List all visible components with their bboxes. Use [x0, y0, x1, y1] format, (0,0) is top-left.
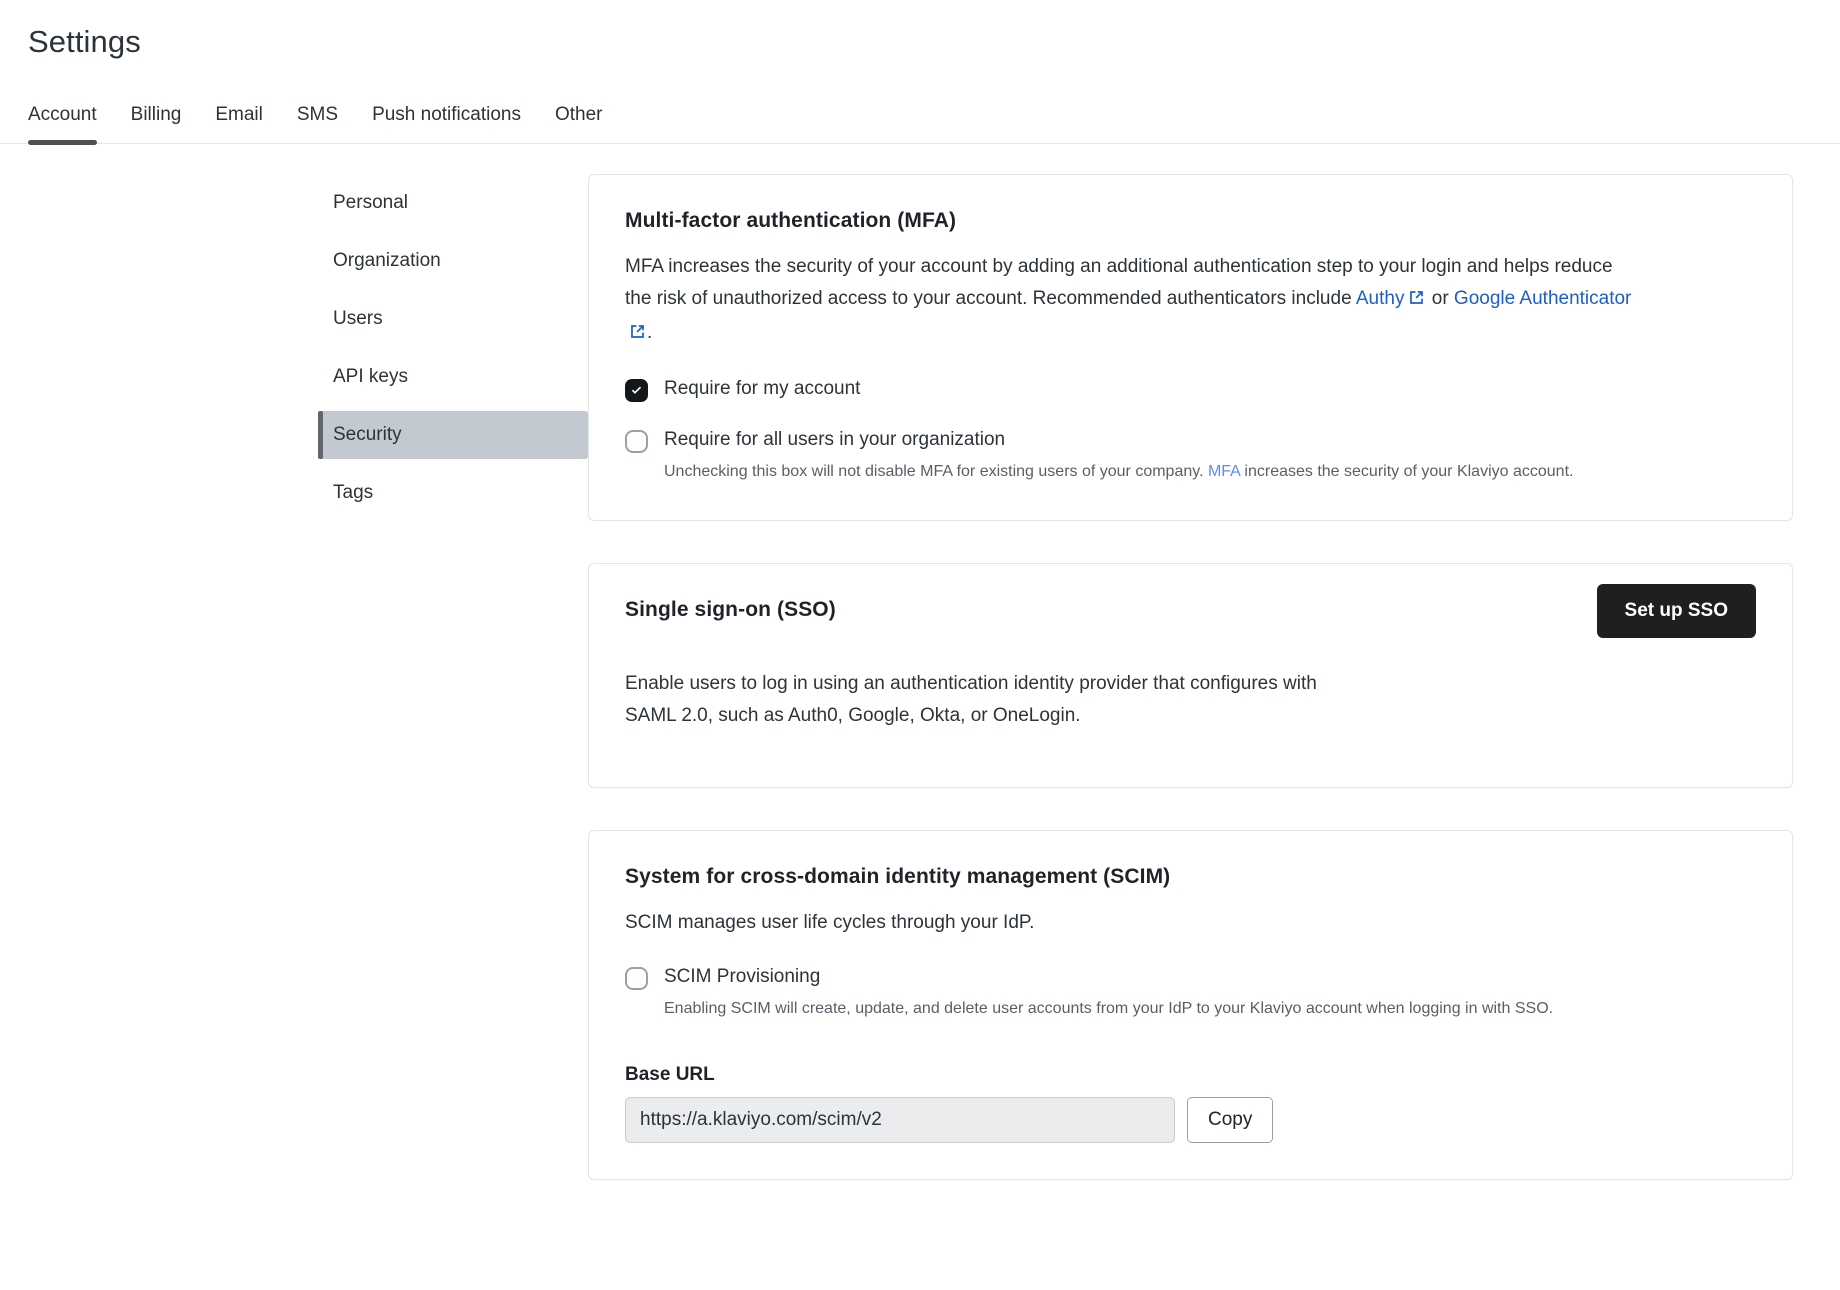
base-url-input[interactable]: [625, 1097, 1175, 1143]
tab-other[interactable]: Other: [538, 103, 620, 143]
sidebar-item-tags[interactable]: Tags: [318, 469, 588, 517]
sidebar-item-label: Security: [333, 424, 402, 445]
mfa-require-my-account-main: Require for my account: [664, 377, 1756, 401]
scim-provisioning-label[interactable]: SCIM Provisioning: [664, 965, 1756, 989]
mfa-require-all-users-help: Unchecking this box will not disable MFA…: [664, 460, 1664, 484]
mfa-require-all-users-row[interactable]: Require for all users in your organizati…: [625, 428, 1756, 484]
mfa-require-my-account-checkbox[interactable]: [625, 379, 648, 402]
sidebar-item-label: API keys: [333, 366, 408, 387]
mfa-require-all-users-label[interactable]: Require for all users in your organizati…: [664, 428, 1756, 452]
sso-card: Single sign-on (SSO) Set up SSO Enable u…: [588, 563, 1793, 788]
google-authenticator-link[interactable]: Google Authenticator: [1454, 288, 1631, 309]
mfa-description: MFA increases the security of your accou…: [625, 251, 1635, 351]
tab-account[interactable]: Account: [28, 103, 114, 143]
tab-account-label: Account: [28, 104, 97, 125]
scim-provisioning-help: Enabling SCIM will create, update, and d…: [664, 997, 1664, 1021]
tab-sms-label: SMS: [297, 104, 338, 125]
scim-provisioning-main: SCIM Provisioning Enabling SCIM will cre…: [664, 965, 1756, 1021]
sso-description: Enable users to log in using an authenti…: [625, 668, 1325, 732]
sidebar-item-label: Personal: [333, 192, 408, 213]
tab-billing[interactable]: Billing: [114, 103, 199, 143]
settings-content: Personal Organization Users API keys Sec…: [0, 144, 1840, 1180]
check-icon: [629, 383, 644, 398]
scim-card: System for cross-domain identity managem…: [588, 830, 1793, 1180]
scim-provisioning-row[interactable]: SCIM Provisioning Enabling SCIM will cre…: [625, 965, 1756, 1021]
mfa-description-end: .: [647, 322, 652, 343]
sidebar-item-personal[interactable]: Personal: [318, 179, 588, 227]
mfa-require-my-account-label[interactable]: Require for my account: [664, 377, 1756, 401]
mfa-help-text-2: increases the security of your Klaviyo a…: [1240, 463, 1574, 480]
mfa-card-title: Multi-factor authentication (MFA): [625, 207, 1756, 235]
tab-other-label: Other: [555, 104, 603, 125]
settings-tabbar: Account Billing Email SMS Push notificat…: [0, 88, 1840, 144]
sidebar-item-users[interactable]: Users: [318, 295, 588, 343]
page-title: Settings: [28, 22, 1840, 62]
base-url-label: Base URL: [625, 1063, 1756, 1087]
mfa-require-all-users-checkbox[interactable]: [625, 430, 648, 453]
sso-card-title: Single sign-on (SSO): [625, 596, 836, 624]
tab-email[interactable]: Email: [198, 103, 280, 143]
base-url-row: Copy: [625, 1097, 1756, 1143]
mfa-require-my-account-row[interactable]: Require for my account: [625, 377, 1756, 402]
external-link-icon: [629, 319, 646, 351]
copy-button[interactable]: Copy: [1187, 1097, 1273, 1143]
left-spacer: [0, 174, 318, 1180]
authy-link[interactable]: Authy: [1356, 288, 1405, 309]
page-header: Settings: [0, 0, 1840, 62]
sidebar-item-organization[interactable]: Organization: [318, 237, 588, 285]
scim-description: SCIM manages user life cycles through yo…: [625, 907, 1635, 939]
mfa-description-or: or: [1426, 288, 1453, 309]
settings-cards: Multi-factor authentication (MFA) MFA in…: [588, 174, 1840, 1180]
sidebar-item-api-keys[interactable]: API keys: [318, 353, 588, 401]
tab-billing-label: Billing: [131, 104, 182, 125]
mfa-card: Multi-factor authentication (MFA) MFA in…: [588, 174, 1793, 521]
mfa-help-link[interactable]: MFA: [1208, 463, 1240, 480]
tab-active-underline: [28, 140, 97, 145]
scim-provisioning-checkbox[interactable]: [625, 967, 648, 990]
tab-sms[interactable]: SMS: [280, 103, 355, 143]
tab-push-notifications-label: Push notifications: [372, 104, 521, 125]
sidebar-item-label: Organization: [333, 250, 441, 271]
scim-card-title: System for cross-domain identity managem…: [625, 863, 1756, 891]
sso-card-header: Single sign-on (SSO) Set up SSO: [625, 596, 1756, 638]
external-link-icon: [1408, 285, 1425, 317]
mfa-require-all-users-main: Require for all users in your organizati…: [664, 428, 1756, 484]
tab-email-label: Email: [215, 104, 263, 125]
tab-push-notifications[interactable]: Push notifications: [355, 103, 538, 143]
mfa-help-text-1: Unchecking this box will not disable MFA…: [664, 463, 1208, 480]
set-up-sso-button[interactable]: Set up SSO: [1597, 584, 1756, 638]
sidebar-item-security[interactable]: Security: [318, 411, 588, 459]
settings-sidenav: Personal Organization Users API keys Sec…: [318, 174, 588, 1180]
sidebar-item-label: Users: [333, 308, 383, 329]
sidebar-item-label: Tags: [333, 482, 373, 503]
